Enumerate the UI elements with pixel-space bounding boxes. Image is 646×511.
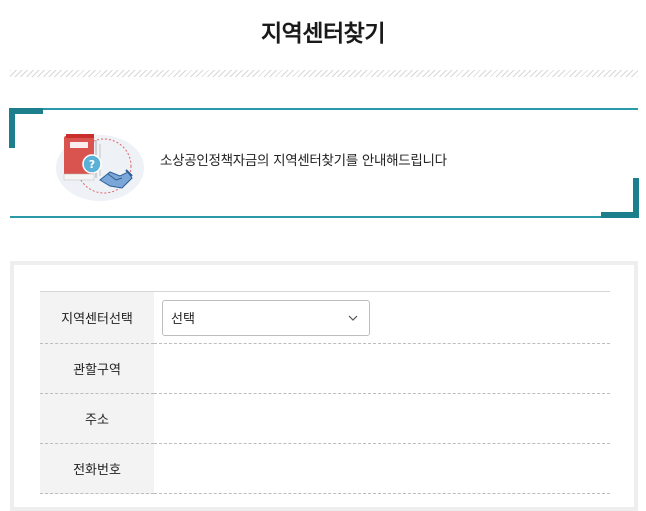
page-title: 지역센터찾기 <box>261 21 385 47</box>
notice-banner: ? 소상공인정책자금의 지역센터찾기를 안내해드립니다 <box>9 108 639 218</box>
center-info-table: 지역센터선택 선택 관할구역 주소 전화번호 <box>40 291 610 494</box>
banner-corner-accent <box>9 108 15 148</box>
notice-message: 소상공인정책자금의 지역센터찾기를 안내해드립니다 <box>160 153 447 169</box>
row-label: 전화번호 <box>40 443 154 494</box>
region-center-select[interactable]: 선택 <box>162 299 370 336</box>
table-row: 전화번호 <box>40 443 610 494</box>
row-value <box>154 393 610 444</box>
title-divider <box>10 70 638 77</box>
row-value: 선택 <box>154 291 610 344</box>
chevron-down-icon <box>347 312 359 324</box>
select-value: 선택 <box>171 312 195 327</box>
book-question-handshake-icon: ? <box>56 134 144 201</box>
table-row: 관할구역 <box>40 343 610 394</box>
center-info-panel: 지역센터선택 선택 관할구역 주소 전화번호 <box>10 261 638 511</box>
table-row: 주소 <box>40 393 610 444</box>
svg-text:?: ? <box>89 158 95 171</box>
row-value <box>154 443 610 494</box>
table-row: 지역센터선택 선택 <box>40 291 610 344</box>
banner-corner-accent <box>9 108 43 114</box>
row-label: 관할구역 <box>40 343 154 394</box>
row-value <box>154 343 610 394</box>
banner-corner-accent <box>601 212 639 218</box>
row-label: 지역센터선택 <box>40 291 154 344</box>
row-label: 주소 <box>40 393 154 444</box>
